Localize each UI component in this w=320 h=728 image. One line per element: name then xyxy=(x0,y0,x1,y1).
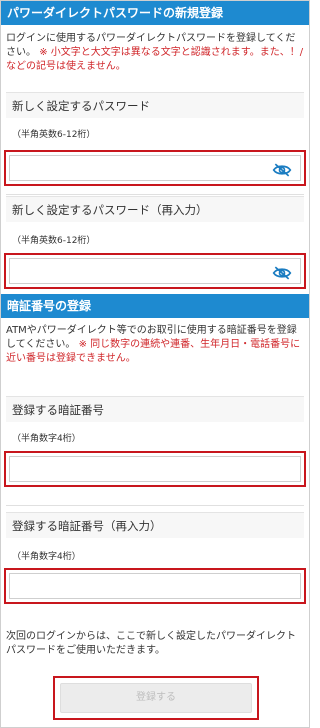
pin-section-header: 暗証番号の登録 xyxy=(1,294,309,318)
new-password-field-highlight xyxy=(4,150,306,186)
confirm-pin-input[interactable] xyxy=(9,573,301,599)
confirm-pin-label: 登録する暗証番号（再入力） xyxy=(6,512,304,538)
confirm-password-input[interactable] xyxy=(9,258,301,284)
pin-label: 登録する暗証番号 xyxy=(6,396,304,422)
new-password-input[interactable] xyxy=(9,155,301,181)
password-warning: ※ 小文字と大文字は異なる文字と認識されます。また、！/ などの記号は使えません… xyxy=(6,47,304,72)
confirm-password-field-highlight xyxy=(4,253,306,289)
new-password-label: 新しく設定するパスワード xyxy=(6,92,304,118)
footer-note: 次回のログインからは、ここで新しく設定したパワーダイレクトパスワードをご使用いた… xyxy=(6,631,296,656)
confirm-password-hint: （半角英数6-12桁） xyxy=(12,236,96,246)
submit-button[interactable]: 登録する xyxy=(60,683,252,713)
pin-section-title: 暗証番号の登録 xyxy=(7,299,92,313)
password-section-header: パワーダイレクトパスワードの新規登録 xyxy=(1,1,309,25)
new-password-hint: （半角英数6-12桁） xyxy=(12,130,96,140)
pin-field-highlight xyxy=(4,451,306,487)
password-description: ログインに使用するパワーダイレクトパスワードを登録してください。 ※ 小文字と大… xyxy=(6,33,304,72)
divider xyxy=(6,194,304,195)
pin-description: ATMやパワーダイレクト等でのお取引に使用する暗証番号を登録してください。 ※ … xyxy=(6,325,301,364)
confirm-pin-hint: （半角数字4桁） xyxy=(12,552,81,562)
pin-input[interactable] xyxy=(9,456,301,482)
password-section-title: パワーダイレクトパスワードの新規登録 xyxy=(7,6,224,20)
pin-hint: （半角数字4桁） xyxy=(12,434,81,444)
confirm-pin-field-highlight xyxy=(4,568,306,604)
divider xyxy=(6,505,304,506)
confirm-password-label: 新しく設定するパスワード（再入力） xyxy=(6,196,304,222)
eye-slash-icon[interactable] xyxy=(272,162,292,178)
eye-slash-icon[interactable] xyxy=(272,265,292,281)
submit-button-highlight: 登録する xyxy=(53,676,259,720)
